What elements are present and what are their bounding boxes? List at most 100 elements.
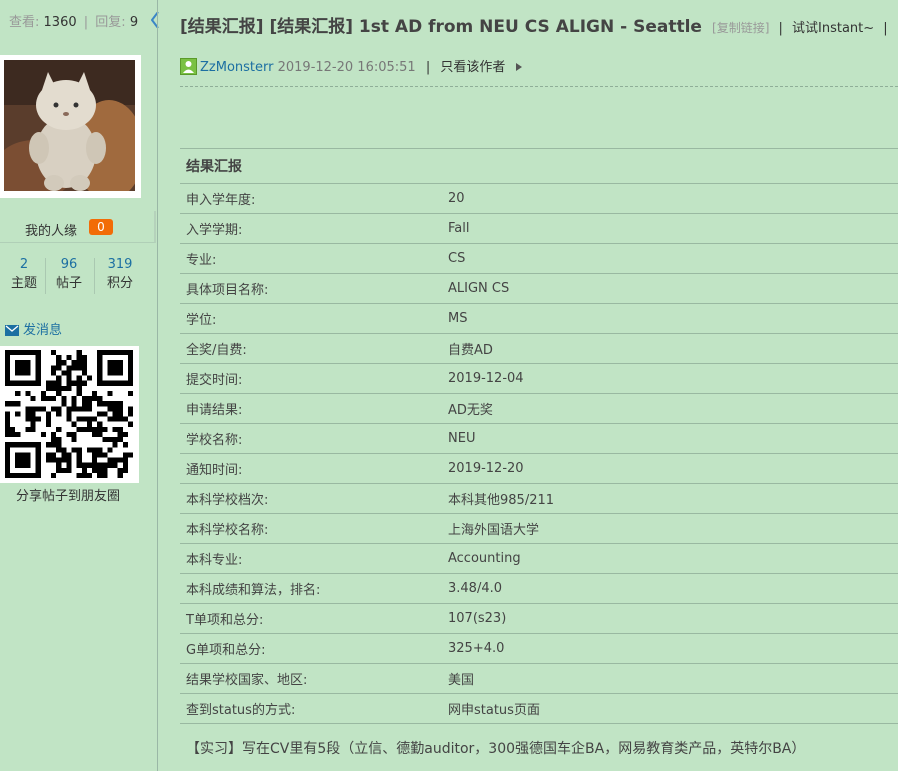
table-row: 本科学校名称: 上海外国语大学	[180, 513, 898, 544]
row-value: 325+4.0	[442, 633, 898, 664]
reputation-row[interactable]: 我的人缘 0	[0, 211, 156, 243]
table-header-row: 结果汇报	[180, 148, 898, 184]
posts-value: 96	[60, 257, 78, 272]
table-row: 提交时间: 2019-12-04	[180, 363, 898, 394]
views-label: 查看:	[9, 15, 40, 30]
table-row: 学校名称: NEU	[180, 423, 898, 454]
send-message-link[interactable]: 发消息	[5, 319, 62, 338]
only-author-link[interactable]: 只看该作者	[440, 60, 505, 75]
row-value: 网申status页面	[442, 693, 898, 724]
row-label: 申入学年度:	[180, 183, 442, 214]
row-label: 学校名称:	[180, 423, 442, 454]
topics-count[interactable]: 2 主题	[0, 256, 48, 294]
row-label: 结果学校国家、地区:	[180, 663, 442, 694]
row-value: CS	[442, 243, 898, 274]
row-value: 20	[442, 183, 898, 214]
row-label: 具体项目名称:	[180, 273, 442, 304]
topics-label: 主题	[10, 276, 37, 291]
title-separator: |	[778, 21, 783, 36]
author-status-icon	[180, 58, 197, 75]
row-value: 2019-12-04	[442, 363, 898, 394]
table-row: 结果学校国家、地区: 美国	[180, 663, 898, 694]
row-value: 107(s23)	[442, 603, 898, 634]
author-separator: |	[425, 60, 431, 75]
table-row: 查到status的方式: 网申status页面	[180, 693, 898, 724]
table-row: T单项和总分: 107(s23)	[180, 603, 898, 634]
copy-link-button[interactable]: [复制链接]	[712, 21, 769, 35]
row-value: Accounting	[442, 543, 898, 574]
instant-link[interactable]: 试试Instant~	[792, 21, 874, 36]
avatar-image[interactable]	[4, 60, 135, 191]
envelope-icon	[5, 325, 19, 336]
table-row: 专业: CS	[180, 243, 898, 274]
result-table: 结果汇报 申入学年度: 20 入学学期: Fall 专业: CS 具体项目名称: ALIGN …	[180, 148, 898, 724]
stats-separator: |	[83, 15, 89, 30]
row-label: 查到status的方式:	[180, 693, 442, 724]
table-row: 学位: MS	[180, 303, 898, 334]
table-row: 通知时间: 2019-12-20	[180, 453, 898, 484]
posts-label: 帖子	[55, 276, 82, 291]
row-label: 提交时间:	[180, 363, 442, 394]
views-count: 1360	[43, 15, 77, 30]
table-row: 全奖/自费: 自费AD	[180, 333, 898, 364]
send-message-label: 发消息	[23, 323, 63, 338]
topics-value: 2	[19, 257, 29, 272]
credits-label: 积分	[106, 276, 133, 291]
row-value: 3.48/4.0	[442, 573, 898, 604]
row-value: Fall	[442, 213, 898, 244]
row-label: 本科成绩和算法，排名:	[180, 573, 442, 604]
row-value: NEU	[442, 423, 898, 454]
replies-count: 9	[129, 15, 139, 30]
reputation-label: 我的人缘	[25, 224, 78, 239]
table-row: 本科学校档次: 本科其他985/211	[180, 483, 898, 514]
row-label: 通知时间:	[180, 453, 442, 484]
share-label: 分享帖子到朋友圈	[16, 489, 121, 504]
user-sidebar: 查看: 1360 | 回复: 9 我的人缘 0 2 主题 96 帖子 319 积…	[0, 0, 157, 771]
posts-count[interactable]: 96 帖子	[45, 256, 93, 294]
row-value: 美国	[442, 663, 898, 694]
row-label: 专业:	[180, 243, 442, 274]
author-name[interactable]: ZzMonsterr	[200, 60, 273, 75]
share-qr-code	[0, 346, 139, 483]
row-label: 全奖/自费:	[180, 333, 442, 364]
table-row: 本科专业: Accounting	[180, 543, 898, 574]
table-row: 申入学年度: 20	[180, 183, 898, 214]
post-title: [结果汇报] [结果汇报] 1st AD from NEU CS ALIGN -…	[180, 17, 702, 37]
user-counts: 2 主题 96 帖子 319 积分	[0, 256, 144, 296]
row-value: MS	[442, 303, 898, 334]
row-value: 2019-12-20	[442, 453, 898, 484]
table-row: 申请结果: AD无奖	[180, 393, 898, 424]
row-label: G单项和总分:	[180, 633, 442, 664]
title-separator: |	[883, 21, 888, 36]
column-divider	[157, 0, 158, 771]
row-label: 学位:	[180, 303, 442, 334]
row-value: ALIGN CS	[442, 273, 898, 304]
reputation-badge: 0	[89, 219, 113, 235]
row-value: AD无奖	[442, 393, 898, 424]
arrow-right-icon	[515, 63, 522, 71]
row-value: 自费AD	[442, 333, 898, 364]
post-title-row: [结果汇报] [结果汇报] 1st AD from NEU CS ALIGN -…	[180, 12, 898, 37]
table-row: G单项和总分: 325+4.0	[180, 633, 898, 664]
replies-label: 回复:	[95, 15, 126, 30]
qr-code	[5, 350, 133, 478]
row-value: 上海外国语大学	[442, 513, 898, 544]
credits-count[interactable]: 319 积分	[96, 256, 144, 294]
row-label: 入学学期:	[180, 213, 442, 244]
count-divider	[94, 258, 95, 294]
table-row: 入学学期: Fall	[180, 213, 898, 244]
row-label: 本科学校档次:	[180, 483, 442, 514]
thread-stats: 查看: 1360 | 回复: 9	[9, 11, 138, 30]
table-header: 结果汇报	[180, 148, 898, 184]
row-label: 本科学校名称:	[180, 513, 442, 544]
credits-value: 319	[107, 257, 133, 272]
avatar[interactable]	[0, 55, 141, 198]
post-date: 2019-12-20 16:05:51	[277, 60, 416, 75]
row-value: 本科其他985/211	[442, 483, 898, 514]
row-label: 申请结果:	[180, 393, 442, 424]
table-row: 具体项目名称: ALIGN CS	[180, 273, 898, 304]
author-row: ZzMonsterr 2019-12-20 16:05:51 | 只看该作者	[180, 56, 524, 75]
row-label: 本科专业:	[180, 543, 442, 574]
header-divider	[180, 86, 898, 87]
table-row: 本科成绩和算法，排名: 3.48/4.0	[180, 573, 898, 604]
